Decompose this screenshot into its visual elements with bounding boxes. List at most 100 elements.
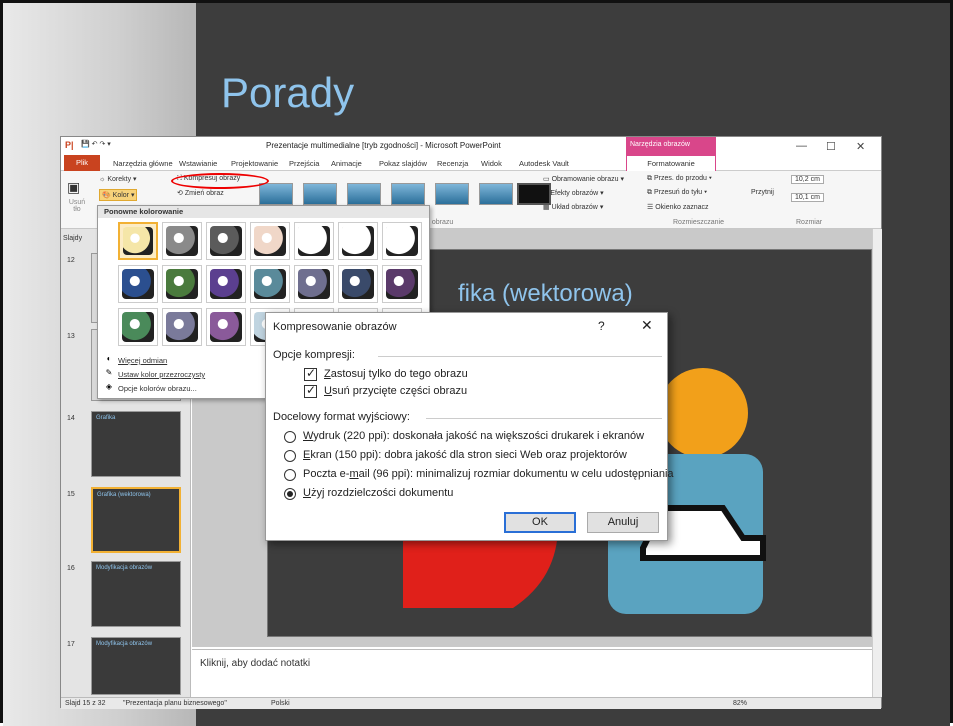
recolor-swatch[interactable] (162, 308, 202, 346)
picture-style-thumbnail[interactable] (347, 183, 381, 205)
recolor-swatch[interactable] (338, 265, 378, 303)
recolor-swatch[interactable] (250, 265, 290, 303)
tab-review[interactable]: Recenzja (437, 159, 468, 168)
close-button[interactable]: ✕ (856, 140, 865, 153)
picture-style-thumbnail[interactable] (435, 183, 469, 205)
tab-insert[interactable]: Wstawianie (179, 159, 217, 168)
recolor-swatch[interactable] (382, 222, 422, 260)
compress-pictures-dialog: Kompresowanie obrazów ? ✕ Opcje kompresj… (265, 312, 674, 541)
email-radio[interactable] (284, 469, 296, 481)
recolor-swatch-preview (122, 312, 154, 342)
width-input[interactable]: 10,1 cm (791, 193, 824, 202)
more-variations-item[interactable]: Więcej odmian (118, 356, 167, 365)
slide-number: 15 (67, 491, 75, 498)
recolor-swatch[interactable] (206, 265, 246, 303)
selection-pane-button[interactable]: ☰ Okienko zaznacz (647, 203, 709, 211)
picture-style-thumbnail[interactable] (517, 183, 551, 205)
corrections-button[interactable]: ☼ Korekty ▾ (99, 175, 137, 183)
cancel-button[interactable]: Anuluj (587, 512, 659, 533)
tab-view[interactable]: Widok (481, 159, 502, 168)
print-label[interactable]: Wydruk (220 ppi): doskonała jakość na wi… (303, 430, 644, 442)
vertical-scrollbar[interactable] (872, 229, 882, 697)
tab-design[interactable]: Projektowanie (231, 159, 278, 168)
thumb-title: Grafika (wektorowa) (97, 492, 151, 498)
slide-thumbnail-selected[interactable]: Grafika (wektorowa) (91, 487, 181, 553)
picture-effects-button[interactable]: ◈ Efekty obrazów ▾ (543, 189, 604, 197)
recolor-swatch[interactable] (338, 222, 378, 260)
screen-label[interactable]: Ekran (150 ppi): dobra jakość dla stron … (303, 449, 627, 461)
picture-border-button[interactable]: ▭ Obramowanie obrazu ▾ (543, 175, 624, 183)
tab-transitions[interactable]: Przejścia (289, 159, 319, 168)
slide-thumbnail[interactable]: Grafika (91, 411, 181, 477)
picture-style-thumbnail[interactable] (303, 183, 337, 205)
recolor-swatch[interactable] (206, 308, 246, 346)
ok-button[interactable]: OK (504, 512, 576, 533)
crop-button[interactable]: Przytnij (751, 189, 774, 196)
screen-text: kran (150 ppi): dobra jakość dla stron s… (310, 449, 627, 461)
recolor-swatch[interactable] (162, 222, 202, 260)
recolor-swatch[interactable] (206, 222, 246, 260)
document-resolution-label[interactable]: Użyj rozdzielczości dokumentu (303, 487, 453, 499)
compression-options-label: Opcje kompresji: (273, 349, 355, 361)
apply-only-checkbox[interactable] (304, 366, 317, 381)
tab-file[interactable]: Plik (64, 155, 100, 171)
delete-cropped-label[interactable]: Usuń przycięte części obrazu (324, 385, 467, 397)
picture-style-thumbnail[interactable] (259, 183, 293, 205)
maximize-button[interactable]: ☐ (826, 140, 836, 153)
slide-title: Porady (221, 69, 355, 116)
send-backward-button[interactable]: ⧉ Przesuń do tyłu ▾ (647, 189, 707, 197)
recolor-swatch-preview (210, 269, 242, 299)
document-resolution-radio[interactable] (284, 488, 296, 500)
recolor-swatch[interactable] (118, 308, 158, 346)
tab-home[interactable]: Narzędzia główne (113, 159, 173, 168)
notes-pane[interactable]: Kliknij, aby dodać notatki (192, 649, 872, 697)
print-access-key: W (303, 430, 314, 442)
recolor-swatch[interactable] (118, 265, 158, 303)
tab-animations[interactable]: Animacje (331, 159, 362, 168)
compress-highlight-circle (171, 173, 269, 189)
recolor-swatch[interactable] (382, 265, 422, 303)
border-label: Obramowanie obrazu (551, 176, 619, 183)
recolor-swatch-preview (386, 226, 418, 256)
recolor-swatch[interactable] (162, 265, 202, 303)
thumb-title: Modyfikacja obrazów (96, 565, 153, 571)
color-options-item[interactable]: Opcje kolorów obrazu... (118, 384, 197, 393)
help-button[interactable]: ? (598, 319, 605, 333)
screen-radio[interactable] (284, 450, 296, 462)
apply-only-label[interactable]: Zastosuj tylko do tego obrazu (324, 368, 468, 380)
document-resolution-access-key: U (303, 487, 311, 499)
email-label[interactable]: Poczta e-mail (96 ppi): minimalizuj rozm… (303, 468, 674, 480)
dialog-close-button[interactable]: ✕ (641, 317, 653, 334)
zoom-level[interactable]: 82% (733, 700, 747, 707)
slide-thumbnail[interactable]: Modyfikacja obrazów (91, 637, 181, 695)
context-tab-label: Narzędzia obrazów (630, 141, 690, 148)
picture-style-thumbnail[interactable] (391, 183, 425, 205)
print-radio[interactable] (284, 431, 296, 443)
picture-style-thumbnail[interactable] (479, 183, 513, 205)
recolor-swatch-preview (342, 226, 374, 256)
presentation-slide: Porady P| 💾 ↶ ↷ ▾ Prezentacje multimedia… (0, 0, 953, 726)
recolor-swatch[interactable] (294, 222, 334, 260)
picture-layout-button[interactable]: ▦ Układ obrazów ▾ (543, 203, 603, 211)
color-options-icon: ◈ (105, 382, 113, 391)
tab-slideshow[interactable]: Pokaz slajdów (379, 159, 427, 168)
change-picture-button[interactable]: ⟲ Zmień obraz (177, 189, 224, 197)
recolor-swatch[interactable] (294, 265, 334, 303)
quick-access-icons[interactable]: 💾 ↶ ↷ ▾ (81, 140, 111, 148)
remove-background-button[interactable]: Usuń tło (66, 199, 88, 213)
recolor-swatch[interactable] (118, 222, 158, 260)
bring-forward-button[interactable]: ⧉ Przes. do przodu ▾ (647, 175, 712, 183)
corrections-label: Korekty (107, 176, 132, 183)
color-button[interactable]: 🎨 Kolor ▾ (99, 189, 138, 201)
set-transparent-item[interactable]: Ustaw kolor przezroczysty (118, 370, 205, 379)
delete-cropped-checkbox[interactable] (304, 383, 317, 398)
height-input[interactable]: 10,2 cm (791, 175, 824, 184)
language[interactable]: Polski (271, 700, 290, 707)
tab-autodesk-vault[interactable]: Autodesk Vault (519, 159, 569, 168)
recolor-swatch[interactable] (250, 222, 290, 260)
bring-forward-label: Przes. do przodu (653, 175, 707, 182)
minimize-button[interactable]: — (796, 140, 807, 152)
tab-format[interactable]: Formatowanie (626, 155, 716, 172)
set-transparent-icon: ✎ (105, 368, 113, 377)
slide-thumbnail[interactable]: Modyfikacja obrazów (91, 561, 181, 627)
